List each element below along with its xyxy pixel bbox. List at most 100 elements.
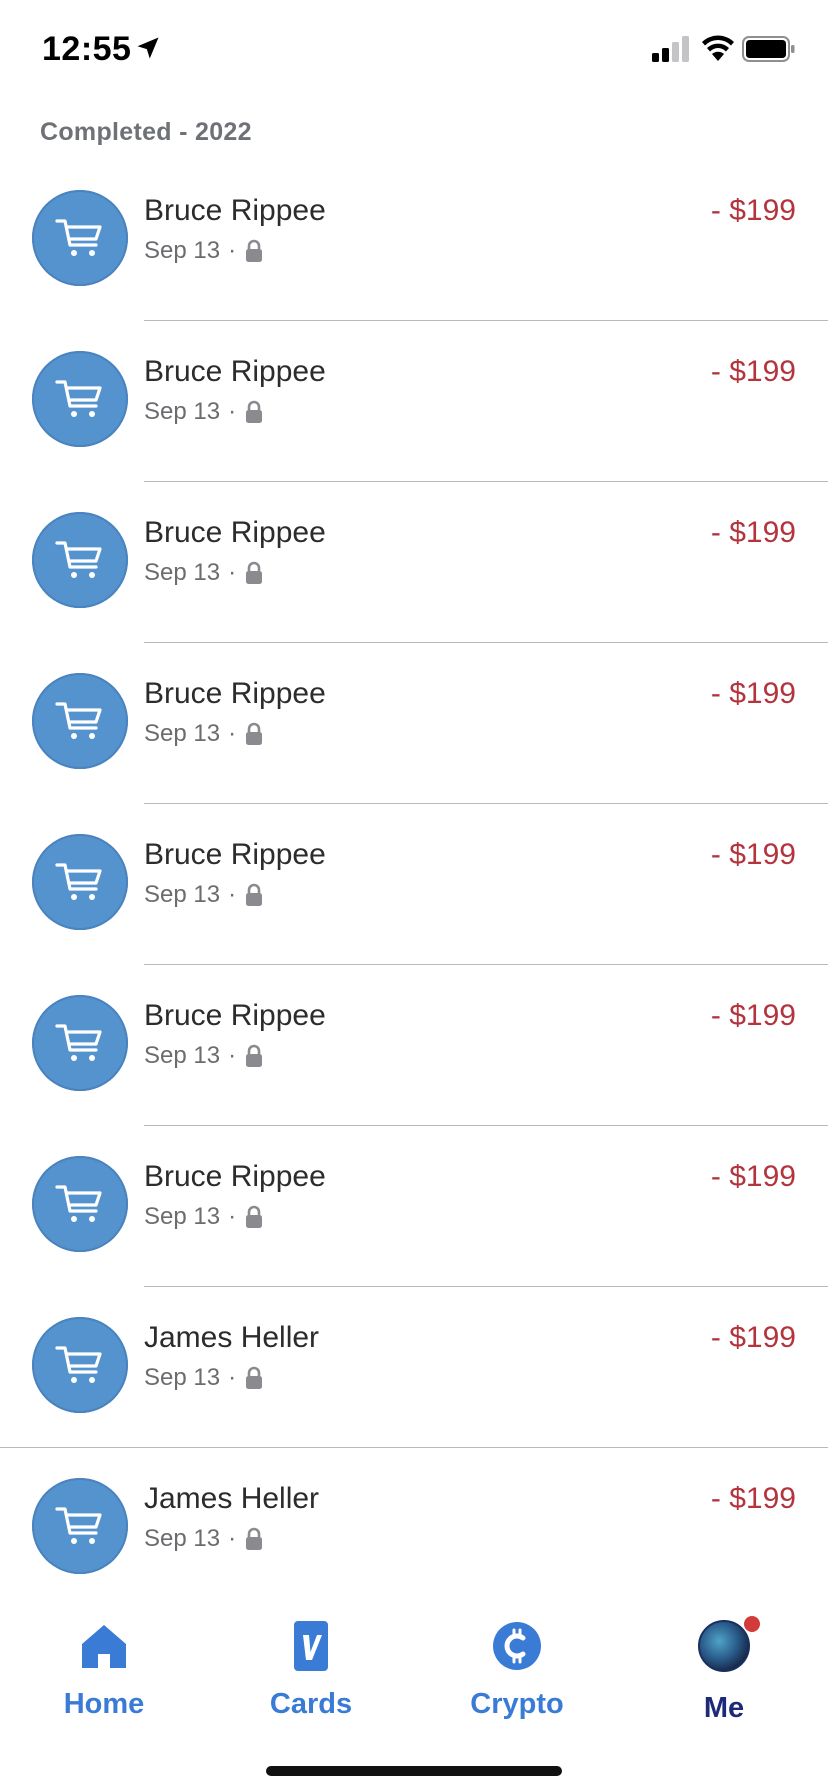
shopping-cart-avatar <box>32 351 128 447</box>
transaction-date: Sep 13 <box>144 1203 221 1230</box>
counterparty-name: Bruce Rippee <box>144 999 326 1032</box>
transaction-amount: - $199 <box>710 355 796 388</box>
shopping-cart-avatar <box>32 512 128 608</box>
shopping-cart-icon <box>55 1507 102 1544</box>
transaction-meta: Sep 13 · <box>144 398 264 426</box>
venmo-card-icon <box>294 1621 328 1671</box>
home-indicator <box>266 1766 562 1776</box>
counterparty-name: Bruce Rippee <box>144 838 326 871</box>
transaction-meta: Sep 13 · <box>144 1042 264 1070</box>
crypto-icon <box>493 1622 541 1670</box>
transaction-amount: - $199 <box>710 838 796 871</box>
transaction-amount: - $199 <box>710 1321 796 1354</box>
transaction-date: Sep 13 <box>144 881 221 908</box>
transaction-amount: - $199 <box>710 677 796 710</box>
shopping-cart-icon <box>55 1024 102 1061</box>
counterparty-name: Bruce Rippee <box>144 516 326 549</box>
section-title: Completed - 2022 <box>40 118 252 146</box>
wifi-icon <box>702 35 734 61</box>
counterparty-name: Bruce Rippee <box>144 1160 326 1193</box>
lock-icon <box>246 1527 263 1550</box>
shopping-cart-avatar <box>32 995 128 1091</box>
home-icon <box>82 1625 126 1668</box>
counterparty-name: Bruce Rippee <box>144 194 326 227</box>
lock-icon <box>246 239 263 262</box>
tab-home[interactable]: Home <box>14 1620 194 1730</box>
transaction-row[interactable]: Bruce Rippee Sep 13 · - $199 <box>0 160 828 321</box>
transaction-date: Sep 13 <box>144 1042 221 1069</box>
status-bar: 12:55 <box>0 0 828 100</box>
shopping-cart-avatar <box>32 834 128 930</box>
transaction-row[interactable]: Bruce Rippee Sep 13 · - $199 <box>0 321 828 482</box>
transaction-row[interactable]: Bruce Rippee Sep 13 · - $199 <box>0 804 828 965</box>
transaction-meta: Sep 13 · <box>144 559 264 587</box>
transaction-meta: Sep 13 · <box>144 1364 264 1392</box>
tab-me-label: Me <box>703 1692 745 1724</box>
transaction-date: Sep 13 <box>144 559 221 586</box>
transaction-meta: Sep 13 · <box>144 720 264 748</box>
transaction-date: Sep 13 <box>144 398 221 425</box>
shopping-cart-icon <box>55 541 102 578</box>
counterparty-name: James Heller <box>144 1321 320 1354</box>
transaction-row[interactable]: Bruce Rippee Sep 13 · - $199 <box>0 965 828 1126</box>
transaction-amount: - $199 <box>710 1160 796 1193</box>
status-time: 12:55 <box>42 30 132 68</box>
tab-home-label: Home <box>63 1688 145 1720</box>
transaction-list: Bruce Rippee Sep 13 · - $199 Bruce Rippe… <box>0 160 828 1609</box>
meta-separator: · <box>228 559 237 586</box>
shopping-cart-avatar <box>32 673 128 769</box>
meta-separator: · <box>228 1364 237 1391</box>
notification-badge <box>744 1616 760 1632</box>
shopping-cart-icon <box>55 380 102 417</box>
meta-separator: · <box>228 1042 237 1069</box>
transaction-row[interactable]: James Heller Sep 13 · - $199 <box>0 1287 828 1448</box>
transaction-amount: - $199 <box>710 1482 796 1515</box>
meta-separator: · <box>228 398 237 425</box>
shopping-cart-icon <box>55 702 102 739</box>
shopping-cart-icon <box>55 863 102 900</box>
shopping-cart-avatar <box>32 190 128 286</box>
shopping-cart-avatar <box>32 1478 128 1574</box>
shopping-cart-icon <box>55 1185 102 1222</box>
lock-icon <box>246 400 263 423</box>
transaction-date: Sep 13 <box>144 1525 221 1552</box>
transaction-date: Sep 13 <box>144 1364 221 1391</box>
lock-icon <box>246 1044 263 1067</box>
transaction-date: Sep 13 <box>144 720 221 747</box>
meta-separator: · <box>228 237 237 264</box>
transaction-row[interactable]: Bruce Rippee Sep 13 · - $199 <box>0 643 828 804</box>
shopping-cart-icon <box>55 1346 102 1383</box>
transaction-amount: - $199 <box>710 516 796 549</box>
meta-separator: · <box>228 1203 237 1230</box>
lock-icon <box>246 883 263 906</box>
lock-icon <box>246 561 263 584</box>
tab-cards[interactable]: Cards <box>221 1620 401 1730</box>
cellular-signal-icon <box>652 36 689 62</box>
transaction-date: Sep 13 <box>144 237 221 264</box>
shopping-cart-avatar <box>32 1156 128 1252</box>
transaction-amount: - $199 <box>710 194 796 227</box>
transaction-amount: - $199 <box>710 999 796 1032</box>
transaction-meta: Sep 13 · <box>144 881 264 909</box>
location-arrow-icon <box>137 37 159 59</box>
shopping-cart-avatar <box>32 1317 128 1413</box>
battery-icon <box>742 36 795 62</box>
tab-crypto[interactable]: Crypto <box>427 1620 607 1730</box>
meta-separator: · <box>228 1525 237 1552</box>
lock-icon <box>246 722 263 745</box>
transaction-row[interactable]: Bruce Rippee Sep 13 · - $199 <box>0 1126 828 1287</box>
lock-icon <box>246 1205 263 1228</box>
shopping-cart-icon <box>55 219 102 256</box>
counterparty-name: Bruce Rippee <box>144 677 326 710</box>
meta-separator: · <box>228 881 237 908</box>
tab-crypto-label: Crypto <box>470 1688 564 1720</box>
transaction-meta: Sep 13 · <box>144 1203 264 1231</box>
tab-me[interactable]: Me <box>634 1616 814 1730</box>
transaction-row[interactable]: Bruce Rippee Sep 13 · - $199 <box>0 482 828 643</box>
transaction-meta: Sep 13 · <box>144 237 264 265</box>
lock-icon <box>246 1366 263 1389</box>
transaction-row[interactable]: James Heller Sep 13 · - $199 <box>0 1448 828 1609</box>
tab-cards-label: Cards <box>269 1688 353 1720</box>
counterparty-name: Bruce Rippee <box>144 355 326 388</box>
counterparty-name: James Heller <box>144 1482 320 1515</box>
